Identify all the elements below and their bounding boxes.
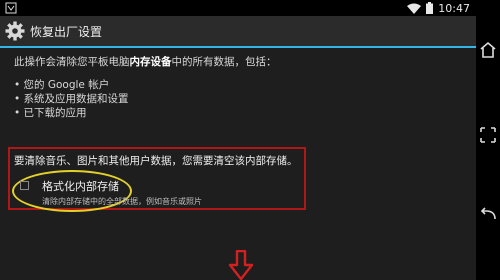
page-title: 恢复出厂设置 [30,25,103,39]
action-bar: 恢复出厂设置 [0,16,476,48]
home-button-icon[interactable] [478,40,498,60]
status-bar: 10:47 [0,0,476,16]
recent-apps-icon[interactable] [478,125,498,145]
list-item: 您的 Google 帐户 [14,78,129,92]
format-storage-subtitle: 清除内部存储中的全部数据，例如音乐或照片 [42,197,202,206]
wifi-icon [407,3,422,14]
storage-note: 要清除音乐、图片和其他用户数据，您需要清空该内部存储。 [14,155,298,167]
intro-bold: 内存设备 [129,56,172,68]
battery-icon [426,2,434,14]
down-arrow-icon [228,250,254,280]
nav-bar [476,0,500,280]
debug-icon [5,2,17,14]
format-storage-checkbox[interactable] [20,181,29,190]
erase-list: 您的 Google 帐户 系统及应用数据和设置 已下载的应用 [14,78,129,120]
back-button-icon[interactable] [478,205,498,225]
list-item: 已下载的应用 [14,106,129,120]
format-storage-label[interactable]: 格式化内部存储 [42,178,119,194]
settings-gear-icon[interactable] [4,20,26,42]
intro-text: 此操作会清除您平板电脑内存设备中的所有数据，包括： [14,56,277,68]
clock-time: 10:47 [438,1,470,15]
list-item: 系统及应用数据和设置 [14,92,129,106]
